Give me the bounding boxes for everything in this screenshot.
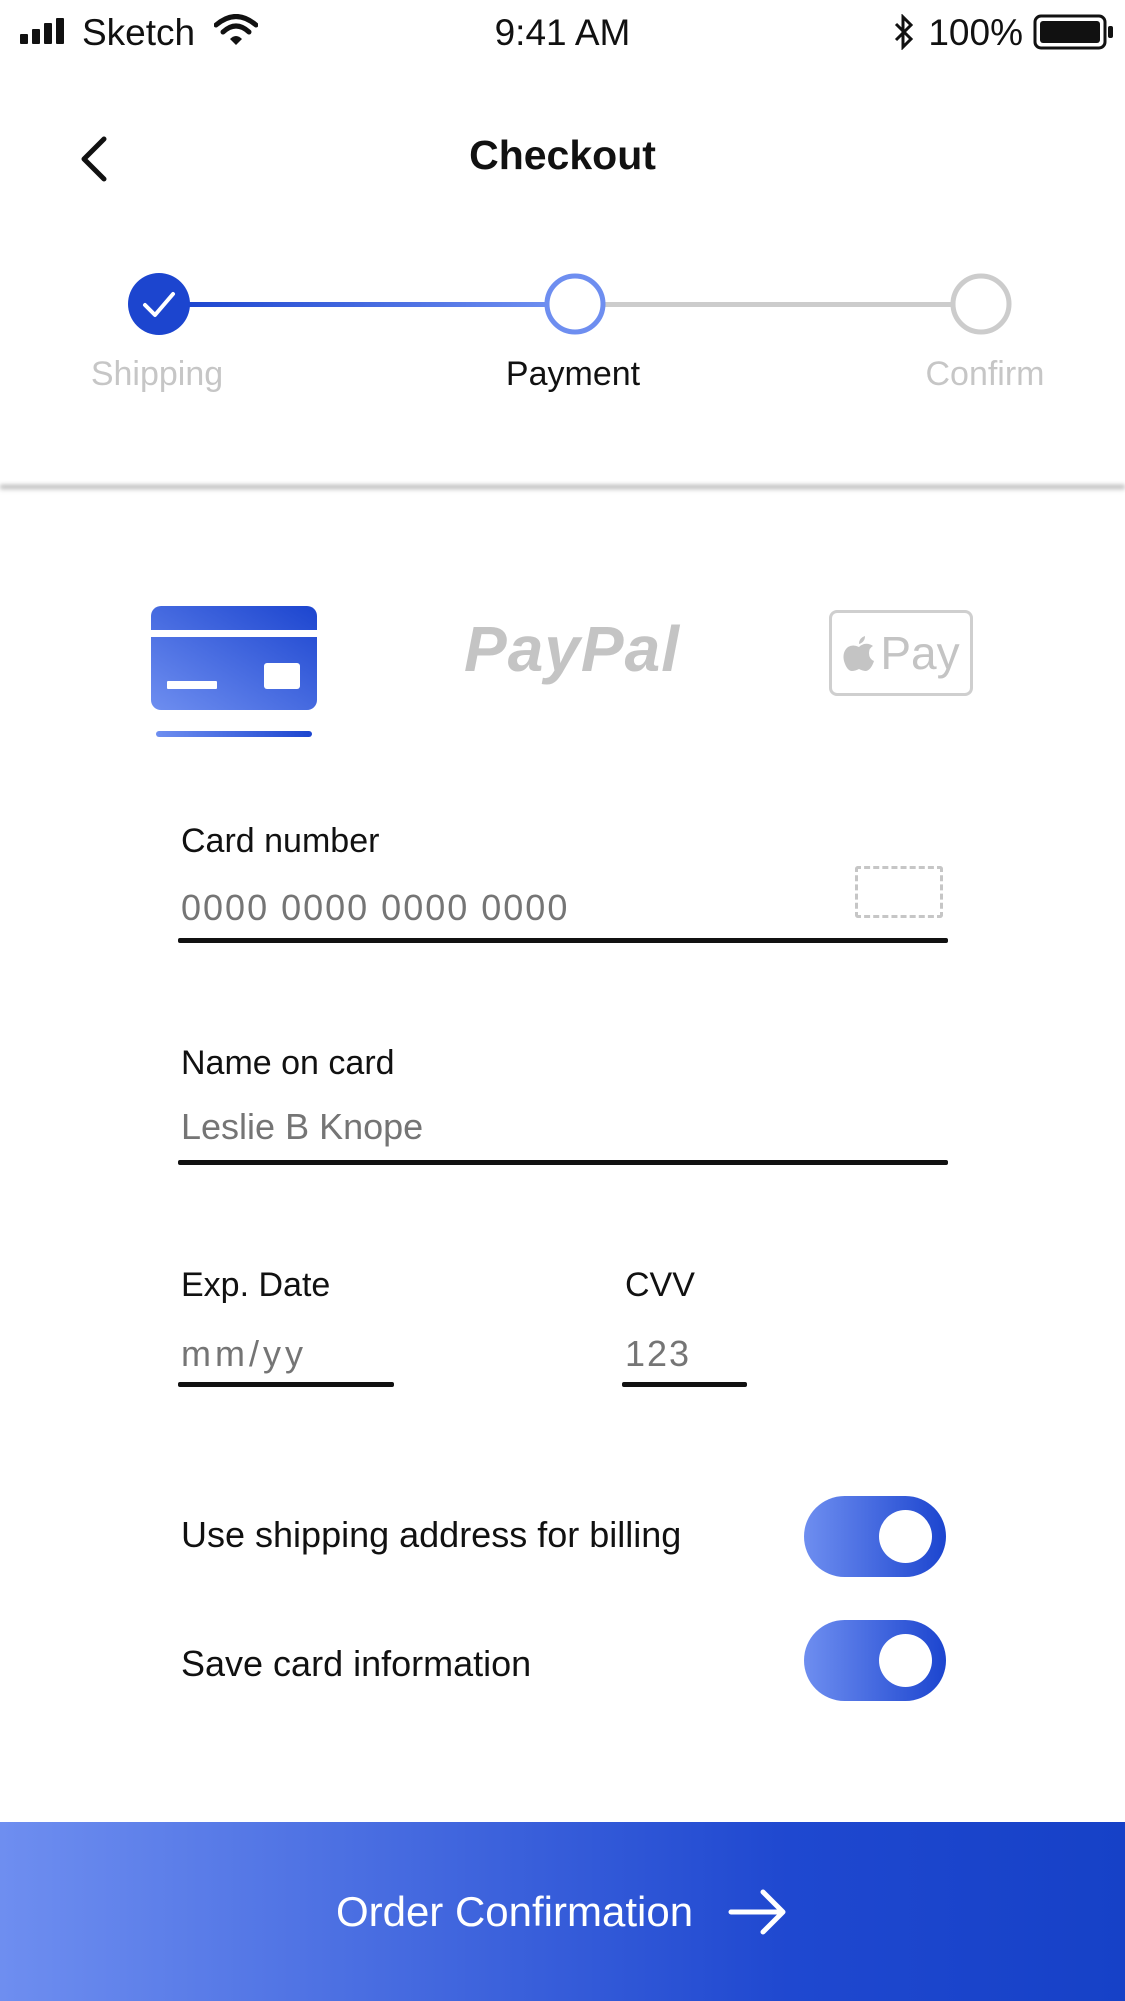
cvv-underline — [622, 1382, 747, 1387]
payment-method-card[interactable] — [151, 606, 317, 710]
arrow-right-icon — [728, 1889, 786, 1934]
applepay-label: Pay — [880, 627, 960, 679]
step-shipping-check-icon[interactable] — [127, 272, 191, 336]
save-card-toggle-label: Save card information — [181, 1643, 532, 1684]
toggle-knob — [879, 1634, 932, 1687]
card-number-label: Card number — [181, 822, 380, 860]
exp-date-underline — [178, 1382, 394, 1387]
card-number-underline — [178, 938, 948, 943]
stepper-remaining-line — [602, 302, 952, 307]
battery-percentage: 100% — [928, 12, 1023, 53]
name-on-card-input[interactable] — [181, 1106, 881, 1148]
step-label-shipping[interactable]: Shipping — [27, 355, 287, 394]
name-on-card-label: Name on card — [181, 1044, 395, 1082]
step-payment-circle-icon[interactable] — [543, 272, 607, 336]
status-bar: Sketch 9:41 AM 100% — [0, 0, 1125, 70]
apple-logo-icon — [843, 636, 875, 671]
card-number-input[interactable] — [181, 887, 801, 929]
save-card-toggle[interactable] — [804, 1620, 946, 1701]
bluetooth-icon — [894, 14, 914, 50]
card-scan-icon[interactable] — [855, 866, 943, 918]
billing-address-toggle-label: Use shipping address for billing — [181, 1514, 682, 1555]
order-confirmation-label: Order Confirmation — [335, 1887, 694, 1935]
exp-date-label: Exp. Date — [181, 1266, 331, 1304]
step-label-payment[interactable]: Payment — [443, 355, 703, 394]
stepper-progress-line — [180, 302, 550, 307]
cvv-label: CVV — [625, 1266, 695, 1304]
order-confirmation-button[interactable]: Order Confirmation — [0, 1822, 1125, 2001]
exp-date-input[interactable] — [181, 1333, 391, 1375]
step-label-confirm[interactable]: Confirm — [855, 355, 1115, 394]
payment-method-selected-indicator — [156, 731, 312, 737]
toggle-knob — [879, 1510, 932, 1563]
cvv-input[interactable] — [625, 1333, 745, 1375]
billing-address-toggle[interactable] — [804, 1496, 946, 1577]
payment-method-applepay[interactable]: Pay — [829, 610, 973, 696]
step-confirm-circle-icon[interactable] — [949, 272, 1013, 336]
page-title: Checkout — [469, 132, 656, 178]
battery-icon — [1033, 14, 1113, 50]
credit-card-icon — [151, 606, 317, 710]
name-on-card-underline — [178, 1160, 948, 1165]
payment-method-paypal[interactable]: PayPal — [462, 612, 682, 686]
header-divider-shadow — [0, 485, 1125, 491]
